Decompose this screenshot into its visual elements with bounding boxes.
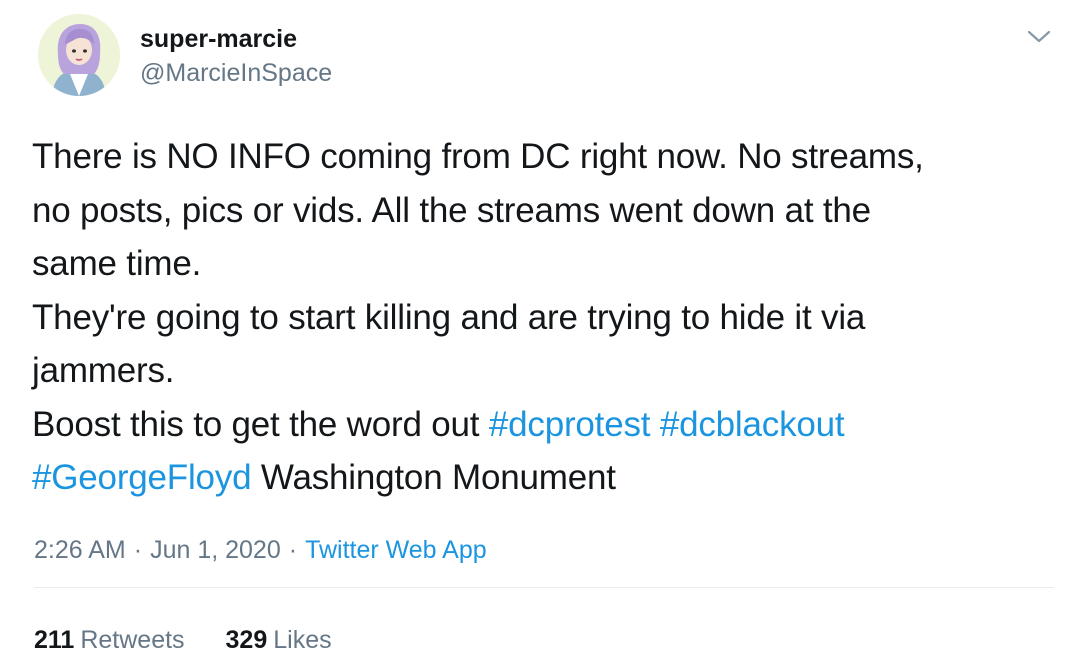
tweet-text-line: no posts, pics or vids. All the streams … [32, 184, 1062, 238]
retweets-stat[interactable]: 211 Retweets [34, 626, 185, 654]
tweet-time[interactable]: 2:26 AM [34, 536, 126, 564]
tweet-text-segment: They're going to start killing and are t… [32, 297, 866, 337]
tweet-date[interactable]: Jun 1, 2020 [150, 536, 281, 564]
tweet-text-segment: jammers. [32, 351, 175, 390]
tweet-text-segment: Boost this to get the word out [32, 404, 489, 444]
chevron-down-icon[interactable] [1026, 26, 1052, 46]
tweet-text-segment: same time. [32, 244, 202, 283]
retweets-count: 211 [34, 626, 75, 654]
retweets-label: Retweets [80, 626, 185, 654]
tweet-text-line: #GeorgeFloyd Washington Monument [32, 451, 1062, 505]
tweet-stats: 211 Retweets 329 Likes [34, 624, 366, 656]
meta-separator: · [133, 536, 143, 564]
meta-separator: · [288, 536, 298, 564]
tweet-text-segment [650, 405, 660, 444]
hashtag-link[interactable]: #dcprotest [489, 405, 651, 444]
tweet-text-line: Boost this to get the word out #dcprotes… [32, 398, 1062, 452]
tweet-text-segment: Washington Monument [251, 458, 616, 497]
avatar[interactable] [38, 14, 120, 96]
tweet-text-line: There is NO INFO coming from DC right no… [32, 130, 1062, 184]
divider [34, 587, 1054, 588]
display-name[interactable]: super-marcie [140, 24, 297, 54]
tweet-text-line: They're going to start killing and are t… [32, 291, 1062, 345]
tweet-text-line: same time. [32, 237, 1062, 291]
avatar-illustration [38, 14, 120, 96]
likes-count: 329 [225, 626, 268, 654]
tweet-text-segment: no posts, pics or vids. All the streams … [32, 190, 871, 230]
likes-stat[interactable]: 329 Likes [226, 626, 332, 654]
likes-label: Likes [273, 626, 332, 654]
tweet-text-segment: There is NO INFO coming from DC right no… [32, 137, 924, 176]
user-handle[interactable]: @MarcieInSpace [140, 58, 332, 88]
tweet-text: There is NO INFO coming from DC right no… [32, 130, 1062, 505]
tweet-card: super-marcie @MarcieInSpace There is NO … [0, 0, 1078, 672]
tweet-source-link[interactable]: Twitter Web App [305, 536, 487, 564]
hashtag-link[interactable]: #GeorgeFloyd [32, 458, 252, 497]
hashtag-link[interactable]: #dcblackout [660, 405, 845, 444]
tweet-meta: 2:26 AM · Jun 1, 2020 · Twitter Web App [34, 534, 487, 566]
tweet-text-line: jammers. [32, 344, 1062, 398]
